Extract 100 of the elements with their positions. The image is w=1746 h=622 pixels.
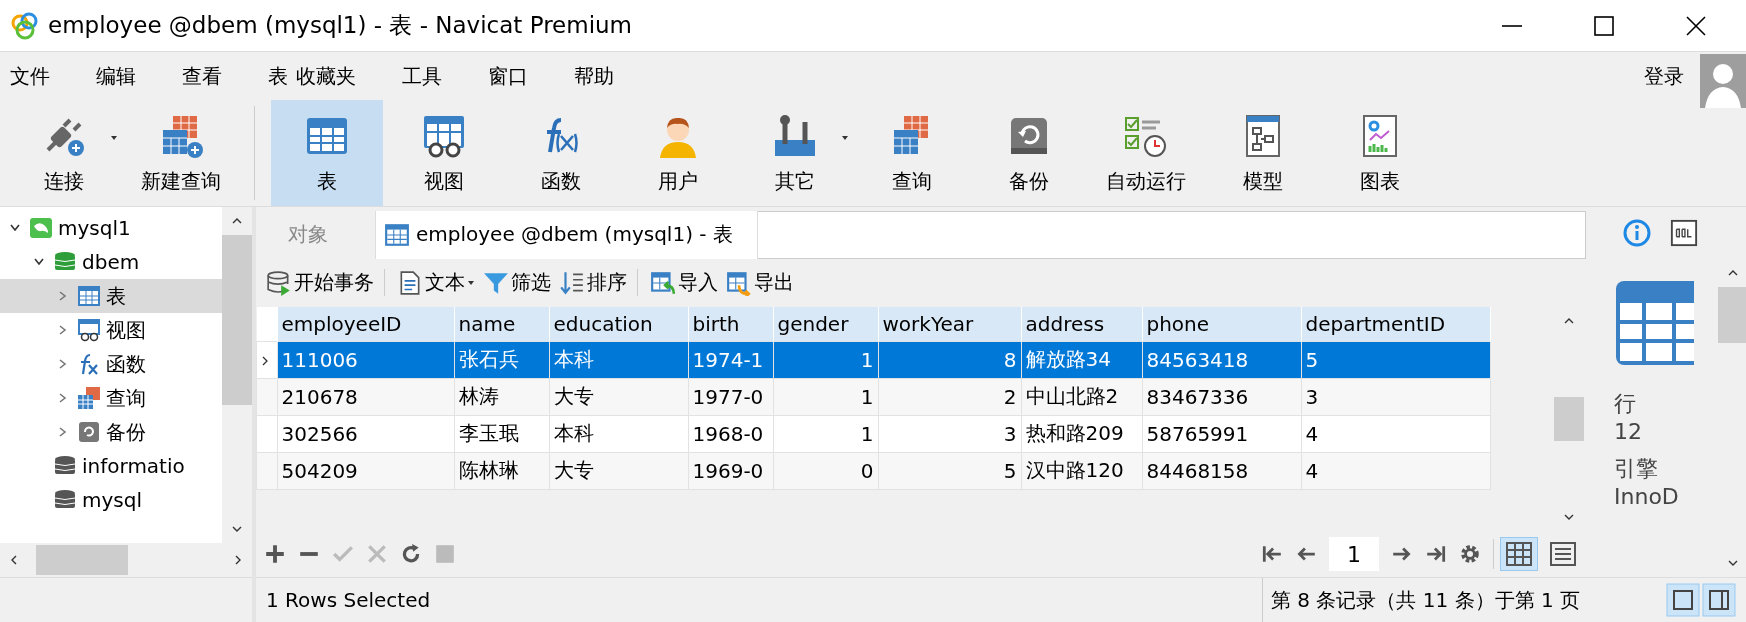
table-cell[interactable]: 大专 [549, 378, 688, 416]
table-cell[interactable]: 84468158 [1142, 452, 1301, 490]
table-cell[interactable]: 大专 [549, 452, 688, 490]
table-cell[interactable]: 4 [1301, 452, 1490, 490]
table-cell[interactable]: 1969-0 [688, 452, 773, 490]
table-cell[interactable]: 4 [1301, 415, 1490, 453]
table-cell[interactable]: 111006 [277, 341, 454, 379]
column-header[interactable]: workYear [878, 306, 1021, 342]
menu-item[interactable]: 编辑 [96, 62, 136, 90]
table-cell[interactable]: 本科 [549, 341, 688, 379]
table-cell[interactable]: 1 [773, 378, 878, 416]
column-header[interactable]: gender [773, 306, 878, 342]
avatar-icon[interactable] [1700, 54, 1746, 108]
column-header[interactable]: departmentID [1301, 306, 1490, 342]
toolbar-button[interactable]: 自动运行 [1090, 100, 1202, 206]
table-cell[interactable]: 陈林琳 [454, 452, 549, 490]
toolbar-button[interactable]: 图表 [1324, 100, 1436, 206]
table-cell[interactable]: 0 [773, 452, 878, 490]
dropdown-caret-icon[interactable] [110, 134, 118, 142]
toolbar-button[interactable]: 排序 [555, 269, 638, 297]
scrollbar-thumb[interactable] [222, 235, 252, 405]
menu-item[interactable]: 工具 [402, 62, 442, 90]
toolbar-button[interactable]: 用户 [622, 100, 734, 206]
table-cell[interactable]: 83467336 [1142, 378, 1301, 416]
tree-item[interactable]: 函数 [0, 347, 222, 381]
table-cell[interactable]: 5 [878, 452, 1021, 490]
tree-item[interactable]: mysql1 [0, 211, 222, 245]
tab[interactable]: employee @dbem (mysql1) - 表 [376, 211, 758, 259]
table-cell[interactable]: 1977-0 [688, 378, 773, 416]
menu-item[interactable]: 文件 [10, 62, 50, 90]
table-cell[interactable]: 5 [1301, 341, 1490, 379]
tree-item[interactable]: 查询 [0, 381, 222, 415]
scrollbar-thumb[interactable] [1554, 396, 1584, 441]
toolbar-button[interactable]: 导出 [722, 269, 798, 297]
column-header[interactable]: birth [688, 306, 773, 342]
chevron-icon[interactable] [9, 222, 21, 234]
toolbar-button[interactable]: 新建查询 [125, 100, 237, 206]
menu-item[interactable]: 收藏夹 [296, 62, 356, 90]
table-cell[interactable]: 解放路34 [1021, 341, 1142, 379]
table-cell[interactable]: 58765991 [1142, 415, 1301, 453]
table-cell[interactable]: 302566 [277, 415, 454, 453]
column-header[interactable]: education [549, 306, 688, 342]
chevron-icon[interactable] [33, 256, 45, 268]
table-cell[interactable]: 3 [1301, 378, 1490, 416]
table-cell[interactable]: 1968-0 [688, 415, 773, 453]
ddl-icon[interactable] [1670, 219, 1698, 247]
close-icon[interactable] [1684, 13, 1708, 38]
menu-item[interactable]: 帮助 [574, 62, 614, 90]
toolbar-button[interactable]: 查询 [856, 100, 968, 206]
menu-item[interactable]: 表 [268, 62, 288, 90]
table-cell[interactable]: 李玉珉 [454, 415, 549, 453]
toolbar-button[interactable]: 连接 [8, 100, 120, 206]
table-cell[interactable]: 张石兵 [454, 341, 549, 379]
scrollbar-thumb[interactable] [36, 545, 128, 575]
table-cell[interactable]: 1 [773, 341, 878, 379]
column-header[interactable]: address [1021, 306, 1142, 342]
toolbar-button[interactable]: 筛选 [479, 269, 555, 297]
table-cell[interactable]: 本科 [549, 415, 688, 453]
table-cell[interactable]: 1 [773, 415, 878, 453]
table-cell[interactable]: 210678 [277, 378, 454, 416]
table-cell[interactable]: 8 [878, 341, 1021, 379]
dropdown-caret-icon[interactable] [841, 134, 849, 142]
settings-icon[interactable] [1459, 543, 1481, 566]
panel-toggle-icon[interactable] [1702, 583, 1736, 617]
info-icon[interactable] [1622, 218, 1652, 248]
menu-item[interactable]: 查看 [182, 62, 222, 90]
table-cell[interactable]: 504209 [277, 452, 454, 490]
toolbar-button[interactable]: 表 [271, 100, 383, 206]
tree-item[interactable]: 备份 [0, 415, 222, 449]
toolbar-button[interactable]: 文本 [393, 269, 479, 297]
table-cell[interactable]: 84563418 [1142, 341, 1301, 379]
tree-item[interactable]: mysql [0, 483, 222, 517]
table-cell[interactable]: 中山北路2 [1021, 378, 1142, 416]
toolbar-button[interactable]: 开始事务 [262, 269, 385, 297]
table-cell[interactable]: 汉中路120 [1021, 452, 1142, 490]
tree-item[interactable]: informatio [0, 449, 222, 483]
toolbar-button[interactable]: 视图 [388, 100, 500, 206]
login-link[interactable]: 登录 [1644, 62, 1684, 90]
maximize-icon[interactable] [1592, 13, 1616, 38]
table-cell[interactable]: 3 [878, 415, 1021, 453]
column-header[interactable]: employeeID [277, 306, 454, 342]
tree-item[interactable]: 表 [0, 279, 222, 313]
add-icon[interactable] [264, 543, 286, 566]
page-number-field[interactable]: 1 [1329, 537, 1379, 572]
panel-toggle-icon[interactable] [1666, 583, 1700, 617]
toolbar-button[interactable]: 函数 [505, 100, 617, 206]
scrollbar-thumb[interactable] [1718, 287, 1746, 343]
tree-item[interactable]: 视图 [0, 313, 222, 347]
toolbar-button[interactable]: 模型 [1207, 100, 1319, 206]
table-cell[interactable]: 林涛 [454, 378, 549, 416]
toolbar-button[interactable]: 导入 [646, 269, 722, 297]
grid-view-icon[interactable] [1500, 537, 1538, 572]
tree-item[interactable]: dbem [0, 245, 222, 279]
table-cell[interactable]: 热和路209 [1021, 415, 1142, 453]
table-cell[interactable]: 2 [878, 378, 1021, 416]
menu-item[interactable]: 窗口 [488, 62, 528, 90]
column-header[interactable]: phone [1142, 306, 1301, 342]
toolbar-button[interactable]: 备份 [973, 100, 1085, 206]
toolbar-button[interactable]: 其它 [739, 100, 851, 206]
table-cell[interactable]: 1974-1 [688, 341, 773, 379]
